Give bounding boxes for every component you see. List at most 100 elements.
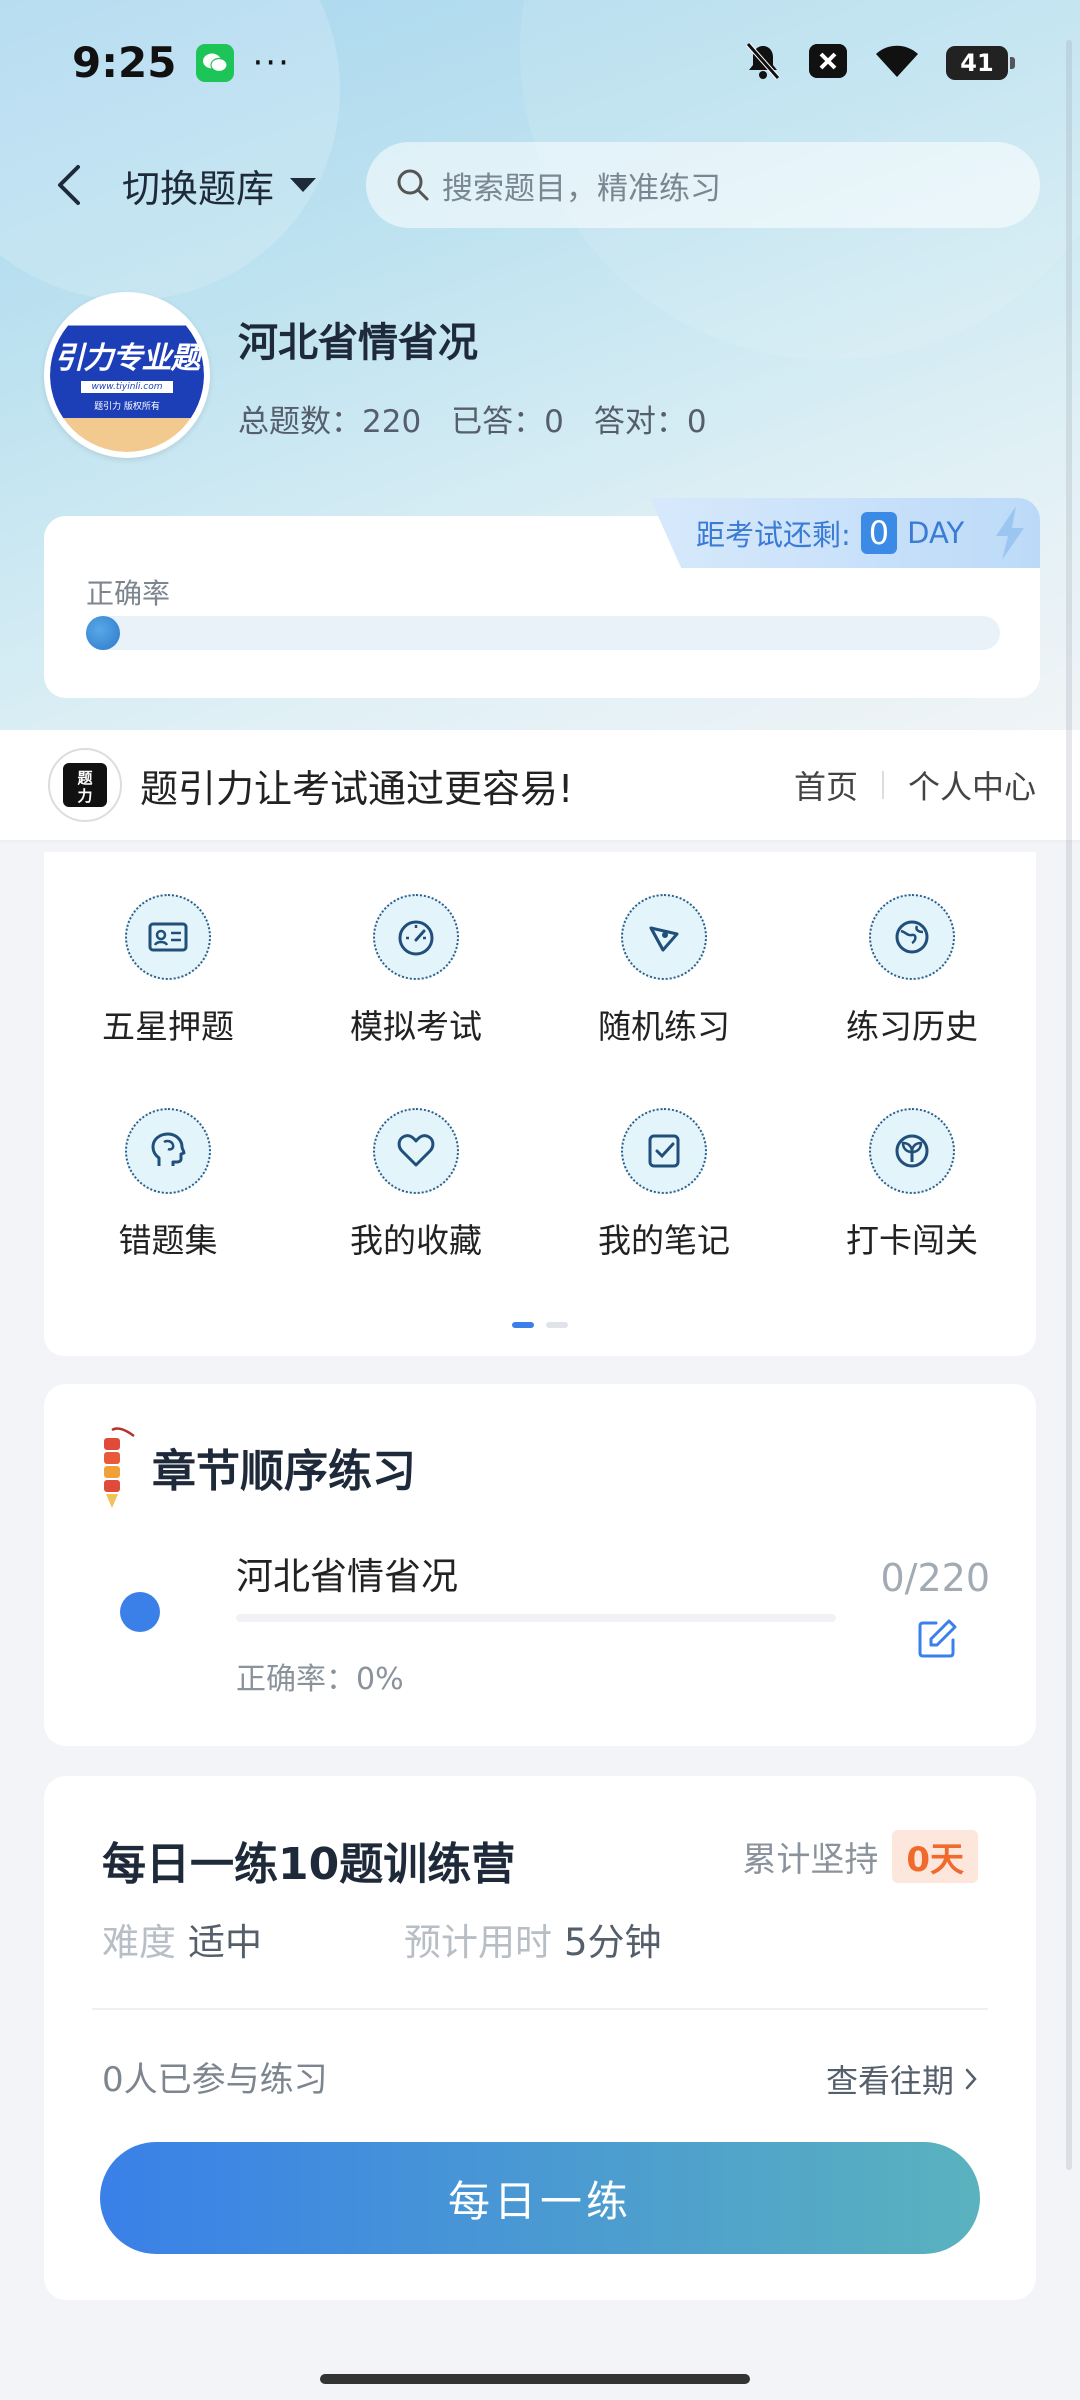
daily-practice-card: 每日一练10题训练营 累计坚持 0天 难度 适中 预计用时 5分钟 0人已参与练… [44, 1776, 1036, 2300]
countdown-label: 距考试还剩: [696, 518, 851, 552]
personal-center-link[interactable]: 个人中心 [908, 762, 1036, 808]
bell-muted-icon [744, 41, 782, 85]
promo-text: 题引力让考试通过更容易! [140, 766, 574, 811]
feature-wrong-questions[interactable]: 错题集 [44, 1108, 292, 1262]
stat-answered: 已答：0 [451, 404, 564, 440]
view-history-link[interactable]: 查看往期 [826, 2056, 978, 2102]
difficulty-value: 适中 [188, 1921, 262, 1964]
notebook-check-icon [621, 1108, 707, 1194]
switch-bank-dropdown[interactable]: 切换题库 [122, 158, 317, 212]
logo-sub: 题引力 版权所有 [94, 401, 160, 412]
daily-practice-button[interactable]: 每日一练 [100, 2142, 980, 2254]
battery-icon: 41 [946, 45, 1015, 80]
feature-grid: 五星押题 模拟考试 随机练习 练习历史 错题集 我的收藏 我的笔记 打卡闯关 [44, 894, 1036, 1262]
countdown-unit: DAY [907, 516, 965, 550]
bank-title: 河北省情省况 [238, 320, 478, 366]
accuracy-progress-handle [86, 616, 120, 650]
chapter-name[interactable]: 河北省情省况 [236, 1546, 458, 1600]
feature-label: 随机练习 [598, 1007, 730, 1046]
bank-stats: 总题数：220 已答：0 答对：0 [238, 396, 707, 441]
home-indicator[interactable] [320, 2374, 750, 2384]
link-divider [881, 771, 884, 799]
estimated-time-label: 预计用时 [404, 1921, 552, 1964]
search-icon [397, 169, 429, 201]
participants-count: 0人已参与练习 [102, 2060, 328, 2100]
wifi-icon [874, 43, 920, 83]
pager-dot[interactable] [546, 1322, 568, 1328]
top-nav: 切换题库 搜索题目，精准练习 [0, 140, 1080, 230]
firecracker-icon [104, 1427, 135, 1508]
edit-icon [918, 1619, 957, 1658]
search-input[interactable]: 搜索题目，精准练习 [366, 142, 1040, 228]
promo-bar: 题力 题引力让考试通过更容易! 首页 个人中心 [0, 730, 1080, 840]
speedometer-icon [373, 894, 459, 980]
daily-meta: 难度 适中 预计用时 5分钟 [102, 1912, 662, 1966]
caret-down-icon [290, 178, 317, 192]
search-placeholder: 搜索题目，精准练习 [442, 170, 721, 207]
feature-random-practice[interactable]: 随机练习 [540, 894, 788, 1048]
daily-title: 每日一练10题训练营 [102, 1839, 516, 1890]
feature-five-star[interactable]: 五星押题 [44, 894, 292, 1048]
globe-icon [869, 894, 955, 980]
grid-pager [44, 1322, 1036, 1328]
switch-bank-label: 切换题库 [122, 166, 275, 211]
logo-text: 引力专业题 [54, 340, 201, 376]
status-time: 9:25 [72, 38, 177, 87]
feature-label: 打卡闯关 [846, 1221, 978, 1260]
shuffle-icon [621, 894, 707, 980]
accuracy-card: 距考试还剩: 0 DAY 正确率 [44, 498, 1040, 698]
view-history-label: 查看往期 [825, 2062, 954, 2100]
accuracy-label: 正确率 [86, 577, 171, 610]
wechat-icon [196, 43, 235, 82]
bank-logo: 引力专业题 www.tiyinli.com 题引力 版权所有 [44, 292, 210, 458]
brain-head-icon [125, 1108, 211, 1194]
chapter-header: 章节顺序练习 [92, 1424, 416, 1510]
feature-label: 五星押题 [102, 1007, 234, 1046]
feature-grid-card: 五星押题 模拟考试 随机练习 练习历史 错题集 我的收藏 我的笔记 打卡闯关 [44, 852, 1036, 1356]
accuracy-progress-bar [86, 616, 1000, 650]
chapter-count: 0/220 [880, 1556, 990, 1600]
feature-practice-history[interactable]: 练习历史 [788, 894, 1036, 1048]
chapter-title: 章节顺序练习 [152, 1446, 416, 1497]
divider [92, 2008, 988, 2010]
feature-checkin[interactable]: 打卡闯关 [788, 1108, 1036, 1262]
more-notifications-icon: ··· [252, 42, 291, 83]
chapter-status-dot [120, 1592, 160, 1632]
difficulty-label: 难度 [102, 1921, 176, 1964]
svg-text:题: 题 [77, 769, 93, 787]
status-bar: 9:25 ··· 41 [0, 0, 1080, 125]
feature-mock-exam[interactable]: 模拟考试 [292, 894, 540, 1048]
chevron-left-icon [58, 165, 80, 205]
close-box-icon [808, 43, 848, 83]
stat-total: 总题数：220 [238, 404, 422, 440]
chapter-practice-card: 章节顺序练习 河北省情省况 正确率：0% 0/220 [44, 1384, 1036, 1746]
feature-notes[interactable]: 我的笔记 [540, 1108, 788, 1262]
sprout-icon [869, 1108, 955, 1194]
chapter-accuracy: 正确率：0% [236, 1662, 404, 1697]
chevron-right-icon [965, 2068, 977, 2090]
heart-icon [373, 1108, 459, 1194]
id-card-icon [125, 894, 211, 980]
feature-label: 错题集 [118, 1221, 218, 1260]
logo-url: www.tiyinli.com [81, 380, 173, 393]
scrollbar[interactable] [1066, 40, 1072, 2170]
exam-countdown: 距考试还剩: 0 DAY [650, 498, 1040, 568]
feature-label: 练习历史 [846, 1007, 978, 1046]
svg-text:力: 力 [77, 787, 92, 805]
feature-label: 模拟考试 [350, 1007, 482, 1046]
chapter-progress-bar [236, 1614, 836, 1622]
promo-logo: 题力 [48, 748, 122, 822]
pager-dot-active[interactable] [512, 1322, 534, 1328]
back-button[interactable] [42, 158, 96, 212]
streak: 累计坚持 0天 [742, 1830, 978, 1883]
streak-badge: 0天 [892, 1830, 978, 1883]
estimated-time-value: 5分钟 [564, 1921, 662, 1964]
lightning-icon [996, 506, 1024, 560]
edit-practice-button[interactable] [916, 1618, 958, 1664]
feature-label: 我的笔记 [598, 1221, 730, 1260]
streak-label: 累计坚持 [742, 1840, 879, 1880]
home-link[interactable]: 首页 [794, 762, 858, 808]
stat-correct: 答对：0 [593, 404, 707, 440]
feature-favorites[interactable]: 我的收藏 [292, 1108, 540, 1262]
countdown-value: 0 [860, 512, 898, 554]
